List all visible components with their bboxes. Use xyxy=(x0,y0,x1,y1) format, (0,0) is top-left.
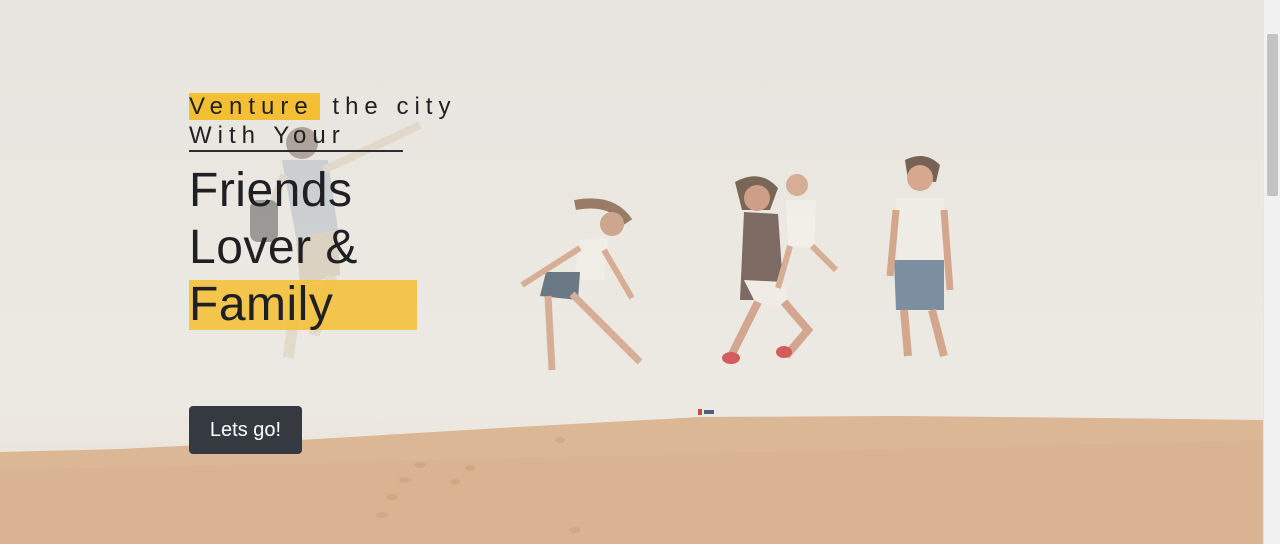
jumping-boy-figure xyxy=(886,156,954,358)
tagline-underline-divider xyxy=(189,150,403,152)
hero-text-block: Venture the city With Your Friends Lover… xyxy=(189,92,609,333)
headline-line-3-highlight: Family xyxy=(189,280,418,330)
headline-line-2: Lover & xyxy=(189,221,358,274)
tagline-highlight: Venture xyxy=(189,93,320,120)
hero-headline: Friends Lover & Family xyxy=(189,162,609,333)
lets-go-button[interactable]: Lets go! xyxy=(189,406,302,454)
headline-line-1: Friends xyxy=(189,164,353,217)
vertical-scrollbar[interactable] xyxy=(1263,0,1280,544)
hero-tagline: Venture the city With Your xyxy=(189,92,609,152)
scrollbar-thumb[interactable] xyxy=(1267,34,1278,196)
tagline-line-1: Venture the city xyxy=(189,92,609,121)
mother-with-child-figure xyxy=(722,174,839,364)
page: Venture the city With Your Friends Lover… xyxy=(0,0,1280,544)
tagline-rest: the city xyxy=(332,93,457,120)
tagline-line-2: With Your xyxy=(189,122,346,149)
